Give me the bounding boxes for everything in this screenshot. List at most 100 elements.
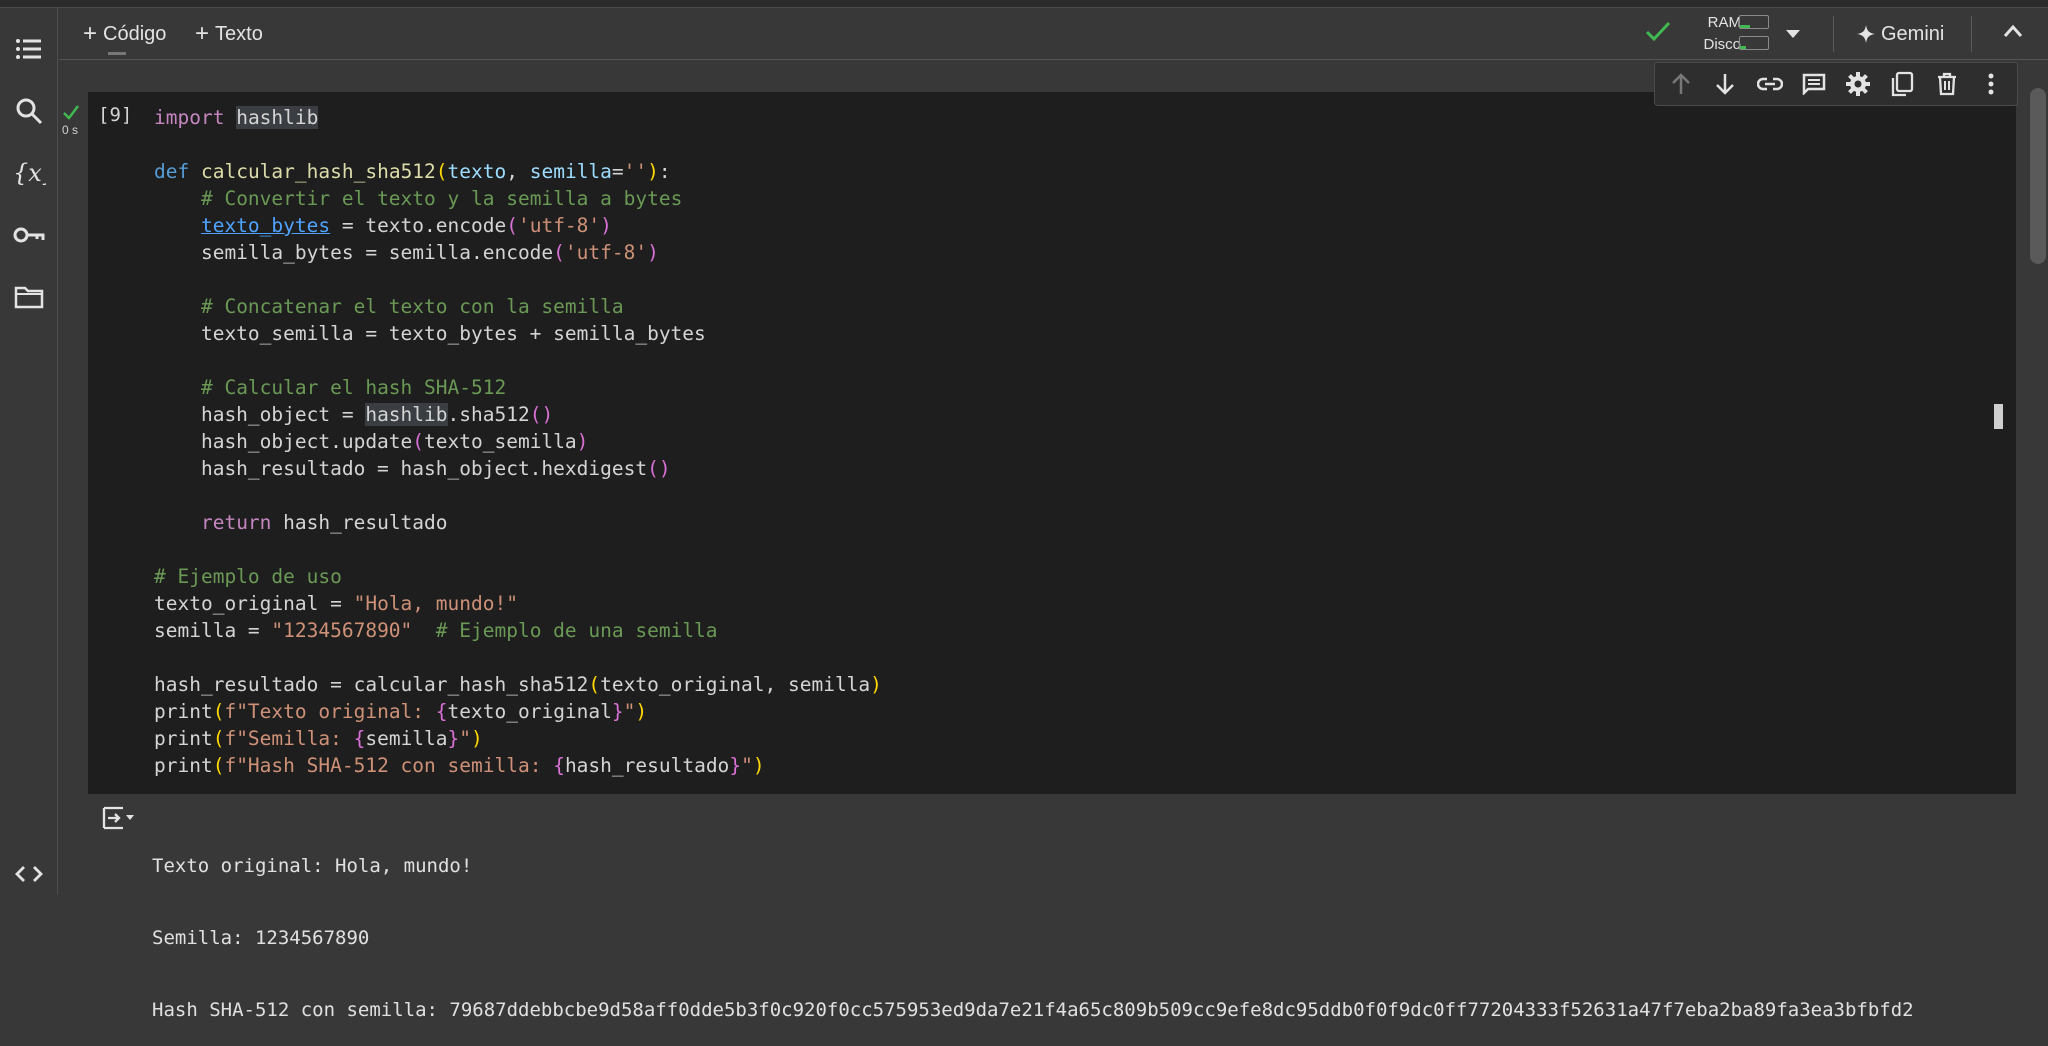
mirror-cell-icon[interactable] [1887,69,1917,99]
code-token: return [200,511,272,534]
code-line[interactable]: texto_original = "Hola, mundo!" [154,590,882,617]
variables-icon[interactable]: {x} [8,152,50,194]
code-token: '' [623,160,648,183]
sparkle-icon [1857,25,1875,43]
code-token: , [506,160,530,183]
notebook-toolbar: + Código + Texto RAM Disco Gemini [59,8,2048,60]
code-line[interactable]: return hash_resultado [154,509,882,536]
code-token: texto_semilla = texto_bytes + semilla_by… [154,322,706,345]
cell-output: Texto original: Hola, mundo! Semilla: 12… [152,806,1914,1046]
delete-icon[interactable] [1932,69,1962,99]
folder-icon[interactable] [8,276,50,318]
code-token: import [154,106,225,129]
scroll-position-marker [1994,404,2003,429]
exec-time: 0 s [62,123,79,137]
code-token: " [741,754,753,777]
code-line[interactable]: # Calcular el hash SHA-512 [154,374,882,401]
code-token: ( [553,241,565,264]
scrollbar-thumb[interactable] [2030,88,2046,264]
code-token: hash_resultado [564,754,730,777]
code-line[interactable]: # Concatenar el texto con la semilla [154,293,882,320]
code-line[interactable]: # Ejemplo de uso [154,563,882,590]
code-line[interactable]: ​ [154,131,882,158]
code-token: # Ejemplo de una semilla [435,619,718,642]
add-text-button[interactable]: + Texto [189,17,269,51]
code-token: .sha512 [447,403,530,426]
code-line[interactable]: texto_semilla = texto_bytes + semilla_by… [154,320,882,347]
code-token: calcular_hash_sha512 [200,160,436,183]
comment-icon[interactable] [1799,69,1829,99]
code-token: semilla [529,160,612,183]
runtime-dropdown-icon[interactable] [1785,26,1801,44]
code-token: texto_original = [154,592,354,615]
code-line[interactable]: ​ [154,482,882,509]
key-icon[interactable] [8,214,50,256]
code-line[interactable]: ​ [154,644,882,671]
move-down-icon[interactable] [1710,69,1740,99]
code-line[interactable]: print(f"Semilla: {semilla}") [154,725,882,752]
collapse-header-icon[interactable] [2003,24,2023,43]
code-token: texto_original [447,700,612,723]
code-token: print [154,727,213,750]
output-actions-icon[interactable] [101,805,135,836]
code-line[interactable]: hash_object.update(texto_semilla) [154,428,882,455]
settings-icon[interactable] [1843,69,1873,99]
code-line[interactable]: ​ [154,266,882,293]
code-line[interactable]: ​ [154,536,882,563]
code-line[interactable]: semilla_bytes = semilla.encode('utf-8') [154,239,882,266]
code-line[interactable]: semilla = "1234567890" # Ejemplo de una … [154,617,882,644]
code-token: # Ejemplo de uso [154,565,342,588]
code-token: ( [435,160,448,183]
code-line[interactable]: ​ [154,347,882,374]
code-token: 'utf-8' [517,214,601,237]
code-line[interactable]: print(f"Hash SHA-512 con semilla: {hash_… [154,752,882,779]
code-line[interactable]: texto_bytes = texto.encode('utf-8') [154,212,882,239]
code-token: hash_object = [154,403,366,426]
code-token: ( [212,700,225,723]
divider [1971,16,1972,52]
add-code-button[interactable]: + Código [77,17,172,51]
code-line[interactable]: # Convertir el texto y la semilla a byte… [154,185,882,212]
code-token: : [658,160,671,183]
code-token: semilla [365,727,448,750]
code-token: ( [506,214,518,237]
code-token: # Concatenar el texto con la semilla [200,295,624,318]
gemini-label: Gemini [1881,22,1945,45]
resource-indicator[interactable]: RAM Disco [1689,12,1741,56]
code-token: hashlib [236,106,319,129]
run-success-check-icon[interactable] [62,104,80,125]
code-token: 'utf-8' [564,241,648,264]
gemini-button[interactable]: Gemini [1857,17,1944,51]
search-icon[interactable] [8,90,50,132]
code-token: ( [212,754,225,777]
move-up-icon[interactable] [1666,69,1696,99]
code-line[interactable]: hash_object = hashlib.sha512() [154,401,882,428]
table-of-contents-icon[interactable] [8,28,50,70]
code-token: # Calcular el hash SHA-512 [200,376,507,399]
output-line: Texto original: Hola, mundo! [152,855,473,877]
code-token: { [553,754,565,777]
svg-text:{x}: {x} [13,159,46,187]
previous-cell-edge [108,52,126,55]
code-line[interactable]: import hashlib [154,104,882,131]
code-token: semilla_bytes = semilla.encode [154,241,554,264]
code-snippets-icon[interactable] [8,853,50,895]
code-token: ) [576,430,589,453]
code-line[interactable]: def calcular_hash_sha512(texto, semilla=… [154,158,882,185]
code-content[interactable]: import hashlib​def calcular_hash_sha512(… [154,104,882,779]
code-token: hash_resultado = calcular_hash_sha512 [154,673,589,696]
more-options-icon[interactable] [1976,69,2006,99]
code-line[interactable]: print(f"Texto original: {texto_original}… [154,698,882,725]
code-token: ) [870,673,882,696]
code-token: () [647,457,671,480]
code-token: hash_resultado = hash_object.hexdigest [154,457,648,480]
add-code-label: Código [103,22,167,45]
code-line[interactable]: hash_resultado = calcular_hash_sha512(te… [154,671,882,698]
code-token: " [623,700,636,723]
code-token: f"Hash SHA-512 con semilla: [224,754,554,777]
link-icon[interactable] [1755,69,1785,99]
code-line[interactable]: hash_resultado = hash_object.hexdigest() [154,455,882,482]
code-token: f"Semilla: [224,727,354,750]
